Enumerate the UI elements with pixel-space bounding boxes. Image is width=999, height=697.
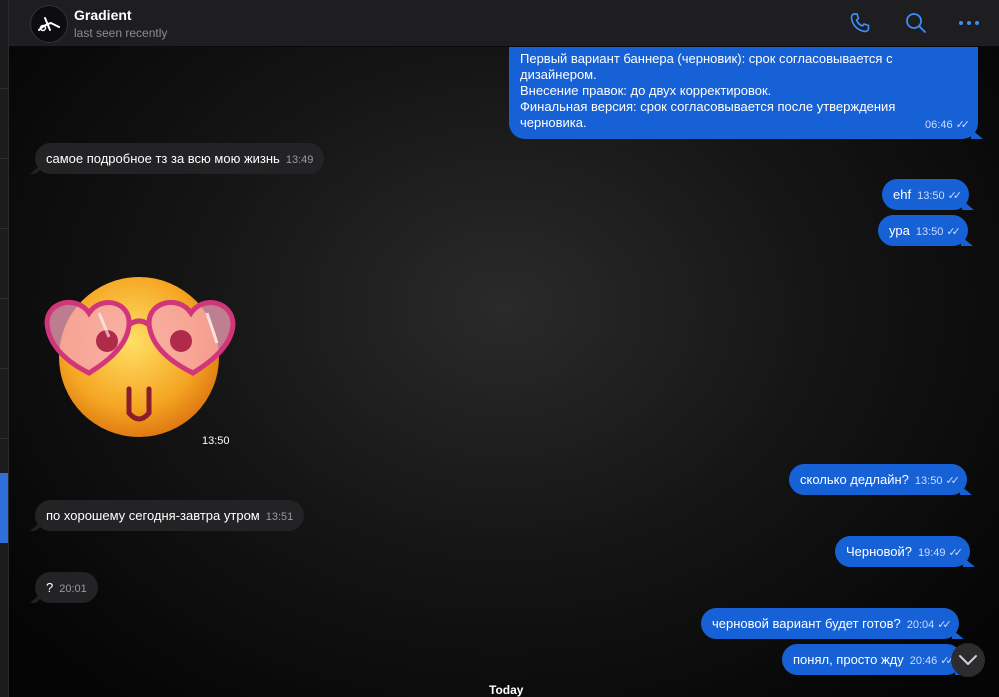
gradient-logo-icon <box>38 17 60 32</box>
message-time: 19:49 <box>918 547 946 559</box>
message-bubble[interactable]: понял, просто жду 20:46 ✓✓ <box>782 644 962 675</box>
message-text: черновика. <box>520 115 587 130</box>
message-text: Внесение правок: до двух корректировок. <box>520 83 772 98</box>
chat-header: Gradient last seen recently <box>9 0 999 47</box>
message-bubble[interactable]: сколько дедлайн? 13:50 ✓✓ <box>789 464 967 495</box>
message-text: Финальная версия: срок согласовывается п… <box>520 99 896 114</box>
chat-title[interactable]: Gradient <box>74 7 132 23</box>
message-bubble[interactable]: самое подробное тз за всю мою жизнь 13:49 <box>35 143 325 174</box>
read-check-icon: ✓✓ <box>955 119 971 131</box>
message-time: 20:46 <box>909 655 938 667</box>
message-bubble[interactable]: по хорошему сегодня-завтра утром 13:51 <box>35 500 305 531</box>
message-text: по хорошему сегодня-завтра утром <box>46 508 260 523</box>
message-bubble[interactable]: ? 20:01 <box>35 572 98 603</box>
message-time: 13:50 <box>914 475 943 487</box>
chat-status: last seen recently <box>74 26 168 40</box>
message-time: 13:50 <box>915 226 944 238</box>
chevron-down-icon <box>959 655 977 665</box>
message-text: ура <box>889 223 910 238</box>
message-time: 13:51 <box>265 511 294 523</box>
read-check-icon: ✓✓ <box>946 226 961 238</box>
message-text: ehf <box>893 187 912 202</box>
message-time: 13:49 <box>285 154 314 166</box>
message-bubble[interactable]: Первый вариант баннера (черновик): срок … <box>509 47 978 139</box>
message-time: 13:50 <box>917 190 945 202</box>
message-bubble[interactable]: Черновой? 19:49 ✓✓ <box>835 536 970 567</box>
message-text: черновой вариант будет готов? <box>712 616 901 631</box>
message-time: 20:01 <box>59 583 87 595</box>
message-time: 13:50 <box>202 435 230 447</box>
scroll-down-button[interactable] <box>951 643 985 677</box>
read-check-icon: ✓✓ <box>937 619 952 631</box>
message-bubble[interactable]: ehf 13:50 ✓✓ <box>882 179 970 210</box>
message-text: самое подробное тз за всю мою жизнь <box>46 151 280 166</box>
message-text: Первый вариант баннера (черновик): срок … <box>520 51 893 66</box>
message-text: дизайнером. <box>520 67 597 82</box>
phone-icon[interactable] <box>848 11 872 35</box>
read-check-icon: ✓✓ <box>945 475 960 487</box>
selected-chat-indicator[interactable] <box>0 473 8 543</box>
message-text: сколько дедлайн? <box>800 472 909 487</box>
avatar[interactable] <box>30 5 68 43</box>
more-icon[interactable] <box>957 11 981 35</box>
search-icon[interactable] <box>904 11 928 35</box>
message-time: 20:04 <box>906 619 935 631</box>
message-text: понял, просто жду <box>793 652 904 667</box>
message-text: ? <box>46 580 54 595</box>
heart-glasses-emoji-icon <box>44 277 236 437</box>
date-separator: Today <box>489 683 524 697</box>
message-area[interactable]: Первый вариант баннера (черновик): срок … <box>9 47 999 697</box>
read-check-icon: ✓✓ <box>948 547 964 559</box>
message-bubble[interactable]: черновой вариант будет готов? 20:04 ✓✓ <box>701 608 959 639</box>
chat-list-strip <box>0 0 9 697</box>
emoji-sticker[interactable] <box>37 273 241 439</box>
message-bubble[interactable]: ура 13:50 ✓✓ <box>878 215 968 246</box>
message-text: Черновой? <box>846 544 913 559</box>
read-check-icon: ✓✓ <box>947 190 963 202</box>
read-check-icon: ✓✓ <box>940 655 955 667</box>
message-time: 06:46 <box>925 119 953 131</box>
